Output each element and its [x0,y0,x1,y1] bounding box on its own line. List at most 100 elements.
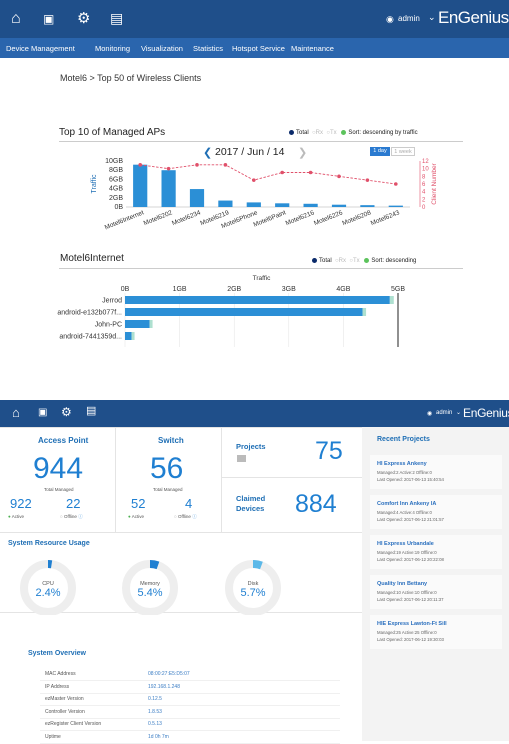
y2-tick-label: 10 [422,167,429,173]
x-tick-label: Motel6202 [143,209,174,227]
client-number-point[interactable] [365,178,370,182]
user-menu[interactable]: admin [398,14,420,23]
recent-project-name[interactable]: HI Express Ankeny [377,461,427,467]
y2-tick-label: 12 [422,159,429,165]
recent-project-stats: Managed:4 Active:4 Offline:0 [377,510,432,515]
breadcrumb: Motel6 > Top 50 of Wireless Clients [60,73,202,83]
x-tick-label: Motel6Paint [252,209,287,228]
projects-value[interactable]: 75 [315,437,343,466]
x-axis-label: Traffic [253,275,271,282]
recent-project-opened: Last Opened: 2017-06-12 20:22:08 [377,557,444,562]
claimed-value[interactable]: 884 [295,490,337,519]
legend-tx-2[interactable]: Tx [353,258,360,264]
user-menu-2[interactable]: admin [436,410,452,416]
clipboard-icon[interactable]: ▤ [110,11,123,25]
panel-divider-3 [221,477,362,478]
home-icon[interactable]: ⌂ [11,11,21,27]
traffic-bar[interactable] [303,203,318,207]
recent-project-name[interactable]: Comfort Inn Ankeny IA [377,501,436,507]
ap-total-value[interactable]: 944 [33,452,83,486]
x-tick-label: Motel6226 [313,209,344,227]
menu-maintenance[interactable]: Maintenance [291,44,334,53]
dashboard-icon[interactable]: ▣ [43,13,54,25]
menu-visualization[interactable]: Visualization [141,44,183,53]
recent-project-opened: Last Opened: 2017-06-12 19:30:03 [377,637,444,642]
home-icon-2[interactable]: ⌂ [12,406,20,419]
traffic-bar[interactable] [133,164,148,207]
traffic-bar[interactable] [189,189,205,207]
gear-icon-2[interactable]: ⚙ [61,406,72,418]
recent-project-opened: Last Opened: 2017-06-12 20:11:37 [377,597,444,602]
legend-sort-2[interactable]: Sort: descending [371,258,416,264]
overview-value: 0.5.13 [148,721,162,727]
legend-total-2[interactable]: Total [319,258,332,264]
chevron-down-icon[interactable]: ⌄ [428,12,436,23]
recent-project-stats: Managed:10 Active:10 Offline:0 [377,590,437,595]
traffic-bar[interactable] [246,202,261,207]
menu-hotspot-service[interactable]: Hotspot Service [232,44,285,53]
menu-device-management[interactable]: Device Management [6,44,75,53]
dashboard-icon-2[interactable]: ▣ [38,408,47,418]
overview-label: ezRegister Client Version [45,721,102,727]
client-traffic-bar[interactable] [125,332,132,340]
x-tick-label: Motel6216 [285,209,316,227]
client-number-point[interactable] [337,174,341,179]
client-name-label: John-PC [95,322,122,329]
chevron-down-icon-2[interactable]: ⌄ [456,409,461,416]
aps-section-title: Top 10 of Managed APs [59,127,166,138]
client-number-point[interactable] [394,182,398,186]
client-number-point[interactable] [252,178,256,182]
menu-statistics[interactable]: Statistics [193,44,223,53]
client-number-point[interactable] [280,170,285,175]
legend-sort[interactable]: Sort: descending by traffic [348,130,417,136]
client-traffic-bar-tail [389,296,394,304]
legend-rx[interactable]: Rx [316,130,323,136]
y-tick-label: 4GB [109,186,123,193]
client-number-point[interactable] [223,163,228,167]
client-traffic-bar[interactable] [125,296,390,304]
recent-project-stats: Managed:19 Active:19 Offline:0 [377,550,437,555]
gauge-value: 5.4% [137,587,162,599]
traffic-bar[interactable] [275,203,290,207]
ap-active-value[interactable]: 922 [10,496,32,511]
client-number-point[interactable] [166,166,171,171]
traffic-bar[interactable] [218,200,233,207]
recent-project-opened: Last Opened: 2017-06-12 21:01:57 [377,517,444,522]
client-traffic-bar[interactable] [125,320,150,328]
legend-total[interactable]: Total [296,130,309,136]
traffic-bar[interactable] [161,170,176,207]
client-name-label: Jerrod [102,298,122,305]
overview-row-divider [40,680,340,681]
y2-tick-label: 4 [422,190,426,196]
brand-logo-2: EnGenius [463,406,509,420]
overview-row-divider [40,730,340,731]
x-tick-label: Motel6234 [171,209,202,227]
system-overview-title: System Overview [28,650,86,657]
recent-project-name[interactable]: Quality Inn Bettany [377,581,427,587]
ap-offline-value[interactable]: 22 [66,496,80,511]
y2-tick-label: 0 [422,205,426,211]
menu-monitoring[interactable]: Monitoring [95,44,130,53]
traffic-bar[interactable] [360,205,375,207]
client-number-point[interactable] [195,163,199,167]
user-icon-2[interactable]: ◉ [427,410,432,417]
panel-divider-2 [221,427,222,532]
client-number-point[interactable] [138,163,142,167]
client-number-point[interactable] [308,170,313,175]
switch-total-value[interactable]: 56 [150,452,183,486]
x-tick-label: 0B [121,286,130,293]
legend-rx-2[interactable]: Rx [339,258,346,264]
gear-icon[interactable]: ⚙ [77,11,90,26]
switch-offline-value[interactable]: 4 [185,496,192,511]
x-tick-label: 1GB [173,286,187,293]
traffic-bar[interactable] [331,204,347,207]
client-traffic-bar[interactable] [125,308,363,316]
user-icon[interactable]: ◉ [386,14,394,25]
switch-active-value[interactable]: 52 [131,496,145,511]
recent-project-name[interactable]: HI Express Urbandale [377,541,434,547]
recent-project-name[interactable]: HIE Express Lawton-Ft Sill [377,621,447,627]
legend-tx[interactable]: Tx [330,130,337,136]
clipboard-icon-2[interactable]: ▤ [86,406,96,417]
traffic-bar[interactable] [388,205,403,207]
access-point-title: Access Point [38,436,89,445]
